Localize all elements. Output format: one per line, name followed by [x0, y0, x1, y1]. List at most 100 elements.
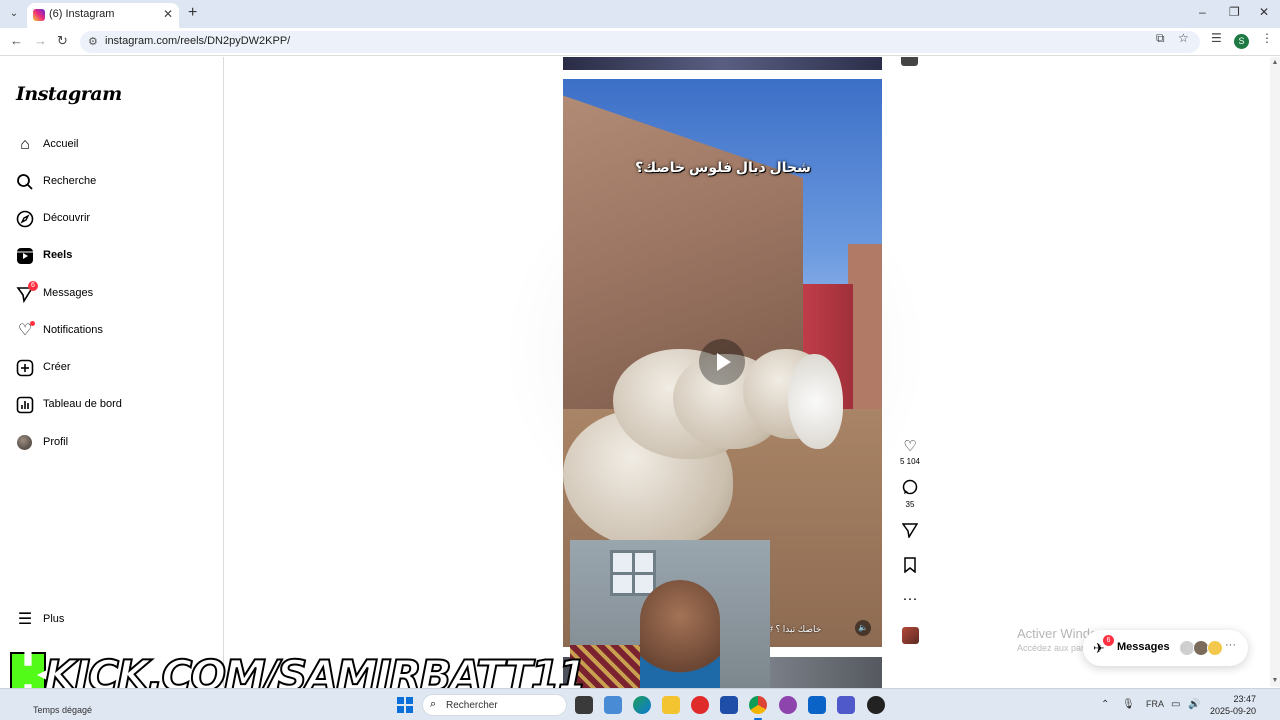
home-icon: ⌂ — [20, 136, 30, 153]
sidebar-item-label: Recherche — [43, 175, 97, 187]
reels-icon — [16, 247, 34, 265]
browser-tab[interactable]: (6) Instagram ✕ — [27, 3, 179, 28]
browser-profile-avatar[interactable]: S — [1234, 34, 1249, 49]
sidebar-item-profil[interactable]: Profil — [16, 434, 216, 458]
sidebar-item-recherche[interactable]: Recherche — [16, 173, 216, 197]
messages-pill-badge: 6 — [1103, 635, 1114, 646]
sidebar-item-label: Profil — [43, 436, 69, 448]
avatar — [17, 435, 32, 450]
page-scrollbar[interactable]: ▲ ▼ — [1270, 57, 1280, 687]
dashboard-icon — [16, 396, 34, 414]
more-options-icon[interactable]: ··· — [1225, 639, 1236, 651]
back-arrow-icon[interactable]: ← — [10, 33, 23, 48]
media-control-icon[interactable]: ☰ — [1211, 31, 1222, 45]
tab-close-icon[interactable]: ✕ — [163, 7, 173, 21]
forward-arrow-icon[interactable]: → — [34, 33, 47, 48]
taskbar-search[interactable]: ⌕ Rechercher — [422, 694, 567, 716]
instagram-logo[interactable]: Instagram — [16, 83, 122, 105]
sidebar-item-decouvrir[interactable]: Découvrir — [16, 210, 216, 234]
instagram-sidebar: Instagram ⌂ Accueil Recherche Découvrir … — [0, 57, 224, 687]
play-icon[interactable] — [699, 339, 745, 385]
reel-caption: شحال ديال فلوس خاصك؟ — [635, 159, 811, 175]
share-icon[interactable] — [900, 522, 920, 542]
taskbar-search-label: Rechercher — [446, 700, 498, 711]
reload-icon[interactable]: ↻ — [57, 33, 68, 49]
sidebar-item-accueil[interactable]: ⌂ Accueil — [16, 136, 216, 160]
sidebar-item-tableau-de-bord[interactable]: Tableau de bord — [16, 396, 216, 420]
store-icon[interactable] — [720, 696, 738, 714]
file-explorer-icon[interactable] — [662, 696, 680, 714]
outlook-icon[interactable] — [808, 696, 826, 714]
sidebar-item-label: Accueil — [43, 138, 79, 150]
tray-chevron-icon[interactable]: ⌃ — [1101, 699, 1109, 710]
scroll-up-icon[interactable]: ▲ — [1270, 59, 1280, 66]
messages-pill-label: Messages — [1117, 641, 1170, 653]
windows-start-icon[interactable] — [397, 697, 413, 713]
sidebar-item-messages[interactable]: 6 Messages — [16, 281, 216, 309]
sidebar-item-reels[interactable]: Reels — [16, 247, 216, 271]
more-options-icon[interactable]: ··· — [900, 590, 920, 607]
task-view-icon[interactable] — [575, 696, 593, 714]
app-icon[interactable] — [867, 696, 885, 714]
volume-icon[interactable]: 🔊 — [1188, 699, 1200, 710]
previous-reel-preview[interactable] — [563, 57, 882, 70]
microphone-icon[interactable]: 🎙 — [1122, 699, 1135, 710]
taskbar-clock[interactable]: 23:47 2025-09-20 — [1208, 693, 1256, 717]
sidebar-item-plus[interactable]: ☰ Plus — [16, 611, 216, 635]
browser-tab-bar: ⌄ (6) Instagram ✕ + – ❐ ✕ — [0, 0, 1280, 28]
sidebar-item-creer[interactable]: Créer — [16, 359, 216, 383]
hamburger-menu-icon: ☰ — [17, 611, 33, 628]
avatar — [1207, 640, 1223, 656]
scroll-down-icon[interactable]: ▼ — [1270, 677, 1280, 684]
chrome-icon[interactable] — [749, 696, 767, 714]
minimize-icon[interactable]: – — [1199, 5, 1206, 19]
weather-text[interactable]: Temps dégagé — [33, 705, 92, 715]
opera-icon[interactable] — [691, 696, 709, 714]
site-info-icon[interactable]: ⚙ — [88, 35, 98, 48]
address-bar[interactable]: ⚙ instagram.com/reels/DN2pyDW2KPP/ — [80, 31, 1200, 53]
sidebar-item-label: Créer — [43, 361, 71, 373]
sound-icon[interactable]: 🔈 — [855, 620, 871, 636]
messages-pill[interactable]: ✈ 6 Messages ··· — [1083, 630, 1248, 666]
restore-icon[interactable]: ❐ — [1229, 5, 1240, 19]
app-icon[interactable] — [779, 696, 797, 714]
teams-icon[interactable] — [837, 696, 855, 714]
save-bookmark-icon[interactable] — [900, 557, 920, 577]
sidebar-item-notifications[interactable]: ♡ Notifications — [16, 321, 216, 346]
cast-icon[interactable]: ⧉ — [1156, 31, 1165, 46]
instagram-favicon-icon — [33, 9, 45, 21]
browser-menu-icon[interactable]: ⋮ — [1261, 31, 1273, 45]
language-indicator[interactable]: FRA — [1146, 699, 1164, 709]
audio-thumbnail[interactable] — [902, 627, 919, 644]
new-tab-icon[interactable]: + — [188, 4, 197, 22]
audio-icon[interactable] — [901, 57, 918, 66]
clock-date: 2025-09-20 — [1209, 706, 1256, 716]
messages-badge: 6 — [28, 281, 38, 291]
notepad-icon[interactable] — [604, 696, 622, 714]
windows-taskbar: Temps dégagé ⌕ Rechercher ⌃ 🎙 FRA ▭ 🔊 23… — [0, 688, 1280, 720]
browser-toolbar: ← → ↻ ⚙ instagram.com/reels/DN2pyDW2KPP/… — [0, 28, 1280, 56]
plus-square-icon — [16, 359, 34, 377]
reel-hashtag[interactable]: خاصك تبدا ؟ # — [768, 624, 821, 635]
sidebar-item-label: Reels — [43, 249, 73, 261]
like-heart-icon[interactable]: ♡ — [900, 437, 920, 455]
search-icon — [16, 173, 34, 191]
network-icon[interactable]: ▭ — [1171, 699, 1180, 710]
webcam-overlay — [570, 540, 770, 690]
sidebar-item-label: Découvrir — [43, 212, 91, 224]
window-close-icon[interactable]: ✕ — [1259, 5, 1269, 19]
sidebar-item-label: Messages — [43, 287, 94, 299]
comment-icon[interactable] — [900, 479, 920, 499]
url-text[interactable]: instagram.com/reels/DN2pyDW2KPP/ — [105, 35, 290, 47]
comment-count: 35 — [905, 500, 915, 509]
sidebar-item-label: Notifications — [43, 324, 103, 336]
streamer — [640, 580, 720, 690]
tab-search-chevron-icon[interactable]: ⌄ — [6, 6, 22, 22]
bookmark-star-icon[interactable]: ☆ — [1178, 31, 1189, 45]
sheep — [788, 354, 843, 449]
cam-window — [610, 550, 656, 596]
sidebar-item-label: Plus — [43, 613, 65, 625]
like-count: 5 104 — [899, 457, 921, 466]
sidebar-item-label: Tableau de bord — [43, 398, 122, 410]
edge-icon[interactable] — [633, 696, 651, 714]
